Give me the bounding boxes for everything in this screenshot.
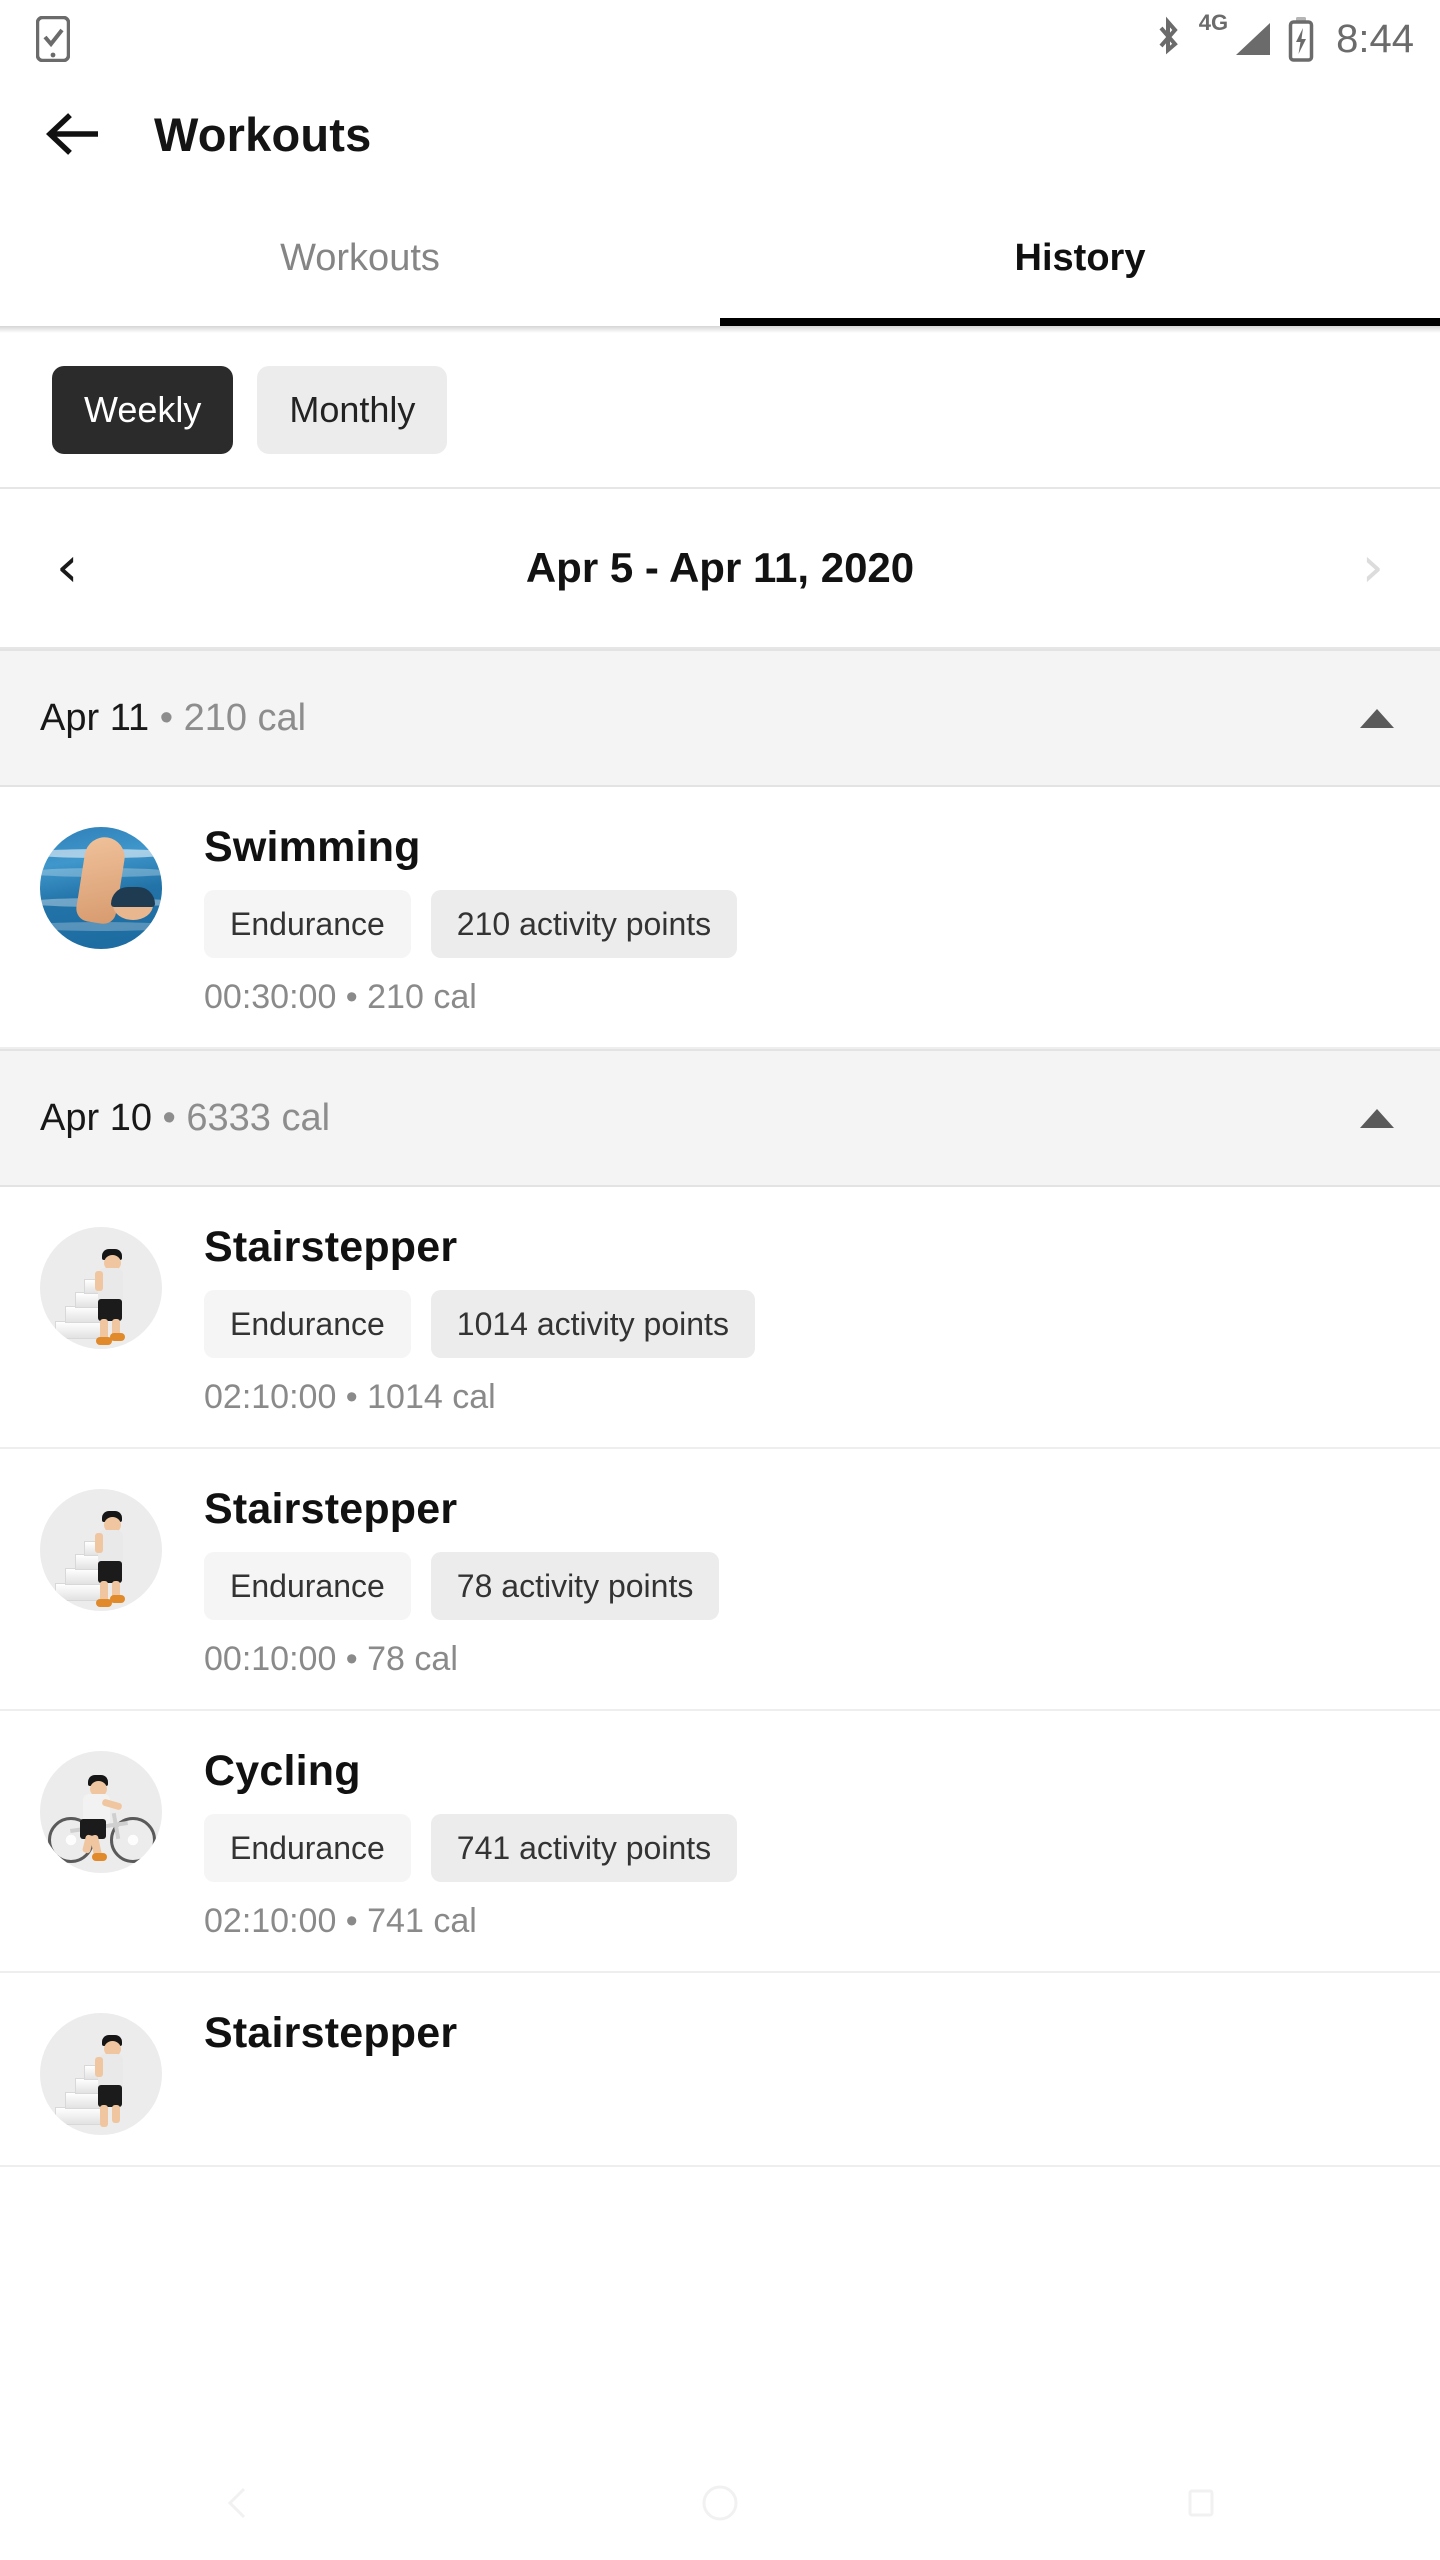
- status-bar-left: [36, 16, 70, 62]
- status-bar-right: 4G 8:44: [1153, 10, 1414, 62]
- tab-history[interactable]: History: [720, 190, 1440, 326]
- segment-monthly-label: Monthly: [289, 389, 416, 430]
- nav-back-icon[interactable]: [217, 2481, 261, 2530]
- day-separator: •: [159, 696, 174, 739]
- chevron-left-icon[interactable]: ‹: [56, 540, 78, 596]
- workout-meta: 02:10:00 • 1014 cal: [204, 1378, 496, 1416]
- bluetooth-icon: [1153, 16, 1183, 62]
- stairstepper-avatar: [40, 2013, 162, 2135]
- workout-chips: Endurance 1014 activity points: [204, 1290, 755, 1358]
- segment-weekly[interactable]: Weekly: [52, 366, 234, 454]
- workout-row[interactable]: Stairstepper: [0, 1973, 1440, 2167]
- workout-title: Stairstepper: [204, 1223, 458, 1271]
- swimming-avatar: [40, 827, 162, 949]
- day-section-title: Apr 11 • 210 cal: [40, 697, 306, 740]
- system-navigation-bar: [0, 2450, 1440, 2560]
- workout-details: Cycling Endurance 741 activity points 02…: [162, 1745, 738, 1941]
- workout-title: Stairstepper: [204, 2009, 458, 2057]
- day-date: Apr 10: [40, 1096, 152, 1139]
- workout-details: Swimming Endurance 210 activity points 0…: [162, 821, 738, 1017]
- tab-workouts[interactable]: Workouts: [0, 190, 720, 326]
- tab-workouts-label: Workouts: [280, 236, 440, 279]
- period-filter-bar: Weekly Monthly: [0, 333, 1440, 489]
- stairstepper-avatar: [40, 1227, 162, 1349]
- tab-history-label: History: [1014, 236, 1146, 279]
- day-calories: 6333 cal: [186, 1096, 331, 1139]
- day-separator: •: [162, 1096, 176, 1139]
- tab-active-indicator: [720, 318, 1440, 326]
- workout-title: Stairstepper: [204, 1485, 458, 1533]
- workout-chips: Endurance 741 activity points: [204, 1814, 738, 1882]
- battery-charging-icon: [1288, 16, 1314, 62]
- segment-monthly[interactable]: Monthly: [257, 366, 448, 454]
- status-bar: 4G 8:44: [0, 0, 1440, 78]
- signal-bars-icon: 4G: [1199, 10, 1272, 59]
- day-section-title: Apr 10 • 6333 cal: [40, 1097, 330, 1140]
- workout-type-chip: Endurance: [204, 1552, 411, 1620]
- workout-row[interactable]: Stairstepper Endurance 78 activity point…: [0, 1449, 1440, 1711]
- workout-meta: 00:10:00 • 78 cal: [204, 1640, 458, 1678]
- workout-meta: 02:10:00 • 741 cal: [204, 1902, 477, 1940]
- workout-type-chip: Endurance: [204, 1814, 411, 1882]
- app-bar: Workouts: [0, 78, 1440, 190]
- segment-weekly-label: Weekly: [84, 389, 202, 430]
- workout-row[interactable]: Stairstepper Endurance 1014 activity poi…: [0, 1187, 1440, 1449]
- date-range-navigator: ‹ Apr 5 - Apr 11, 2020 ›: [0, 489, 1440, 649]
- nav-recents-icon[interactable]: [1179, 2481, 1223, 2530]
- workout-chips: Endurance 210 activity points: [204, 890, 738, 958]
- phone-check-icon: [36, 16, 70, 62]
- stairstepper-avatar: [40, 1489, 162, 1611]
- workout-details: Stairstepper Endurance 1014 activity poi…: [162, 1221, 755, 1417]
- nav-home-icon[interactable]: [696, 2479, 744, 2532]
- workout-title: Cycling: [204, 1747, 361, 1795]
- workout-row[interactable]: Cycling Endurance 741 activity points 02…: [0, 1711, 1440, 1973]
- workout-points-chip: 78 activity points: [430, 1552, 720, 1620]
- workout-points-chip: 741 activity points: [430, 1814, 738, 1882]
- day-section-header[interactable]: Apr 11 • 210 cal: [0, 649, 1440, 787]
- workout-details: Stairstepper Endurance 78 activity point…: [162, 1483, 720, 1679]
- workout-type-chip: Endurance: [204, 1290, 411, 1358]
- tab-bar-shadow: [0, 326, 1440, 333]
- date-range-label: Apr 5 - Apr 11, 2020: [525, 544, 915, 591]
- workout-meta: 00:30:00 • 210 cal: [204, 978, 477, 1016]
- back-arrow-icon[interactable]: [44, 103, 106, 165]
- workout-chips: Endurance 78 activity points: [204, 1552, 720, 1620]
- chevron-right-icon[interactable]: ›: [1362, 540, 1384, 596]
- caret-up-icon[interactable]: [1360, 708, 1394, 728]
- workout-details: Stairstepper: [162, 2007, 457, 2058]
- app-screen: 4G 8:44 Workouts Workouts History Weekly…: [0, 0, 1440, 2560]
- workout-type-chip: Endurance: [204, 890, 411, 958]
- workout-points-chip: 1014 activity points: [430, 1290, 755, 1358]
- status-bar-clock: 8:44: [1336, 16, 1414, 61]
- day-calories: 210 cal: [183, 696, 307, 739]
- cycling-avatar: [40, 1751, 162, 1873]
- workout-points-chip: 210 activity points: [430, 890, 738, 958]
- workout-title: Swimming: [204, 823, 421, 871]
- day-section-header[interactable]: Apr 10 • 6333 cal: [0, 1049, 1440, 1187]
- caret-up-icon[interactable]: [1360, 1108, 1394, 1128]
- tab-bar: Workouts History: [0, 190, 1440, 326]
- network-type-label: 4G: [1198, 10, 1229, 35]
- page-title: Workouts: [154, 107, 372, 161]
- day-date: Apr 11: [40, 696, 150, 739]
- workout-row[interactable]: Swimming Endurance 210 activity points 0…: [0, 787, 1440, 1049]
